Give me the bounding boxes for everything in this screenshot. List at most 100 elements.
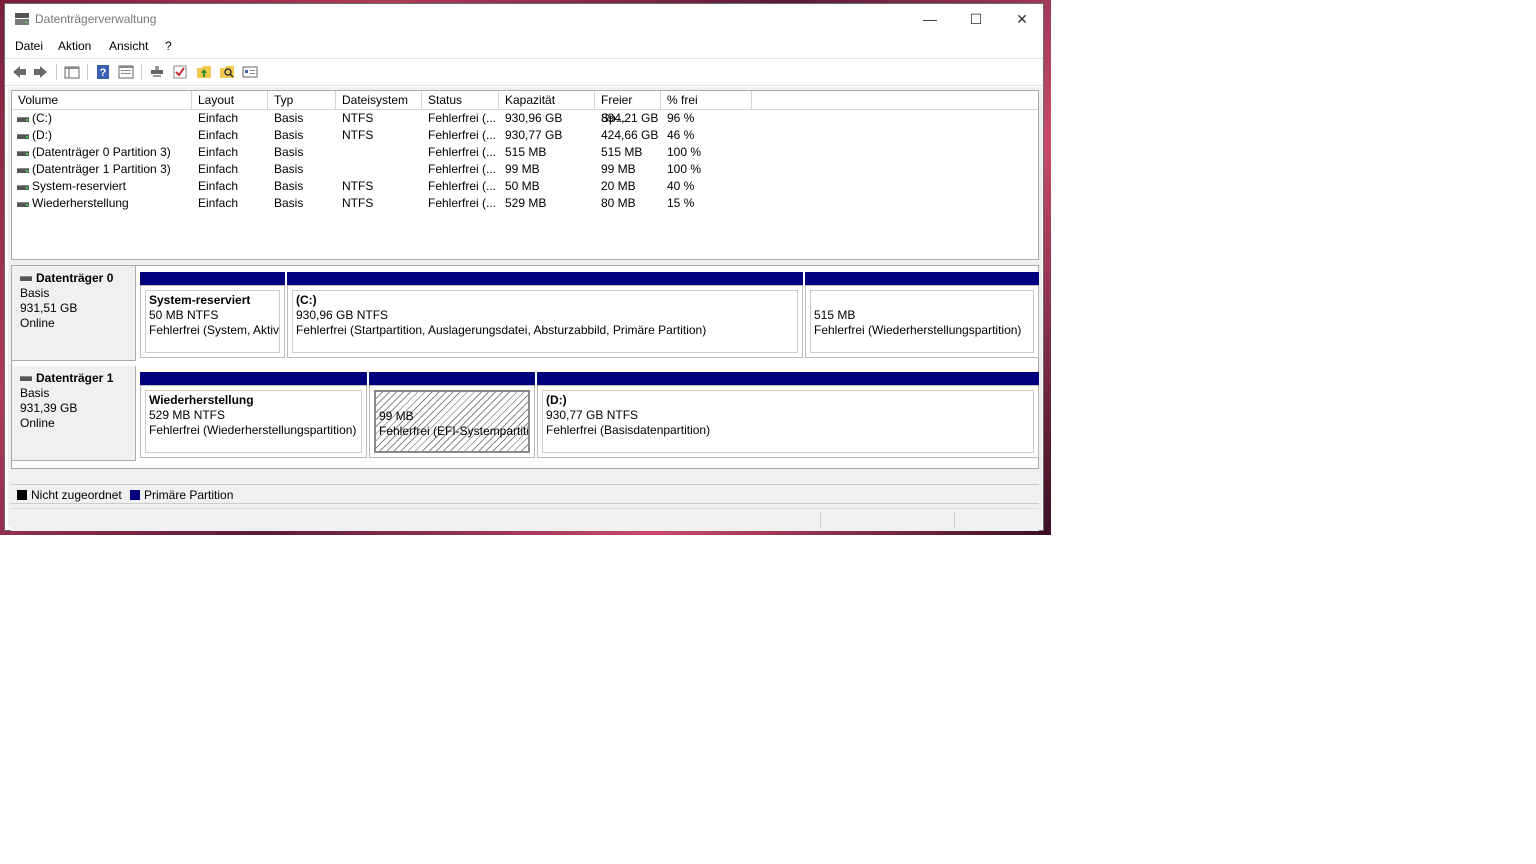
cell-cap: 930,96 GB xyxy=(505,111,563,125)
partition-size: 515 MB xyxy=(814,308,856,322)
toolbar-separator xyxy=(56,64,57,80)
maximize-button[interactable]: ☐ xyxy=(953,4,999,34)
table-row[interactable]: (C:) Einfach Basis NTFS Fehlerfrei (... 930,9… xyxy=(12,110,1038,127)
partition-d[interactable]: (D:) 930,77 GB NTFS Fehlerfrei (Basisdat… xyxy=(537,372,1039,458)
cell-layout: Einfach xyxy=(198,179,239,193)
partition-title: (D:) xyxy=(546,393,567,407)
legend-item-unallocated: Nicht zugeordnet xyxy=(17,488,122,502)
minimize-button[interactable]: — xyxy=(907,4,953,34)
legend-label: Nicht zugeordnet xyxy=(31,488,122,502)
cell-typ: Basis xyxy=(274,162,304,176)
partition-recovery-0[interactable]: 515 MB Fehlerfrei (Wiederherstellungspar… xyxy=(805,272,1039,358)
menu-datei[interactable]: Datei xyxy=(15,39,43,53)
show-hide-tree-icon[interactable] xyxy=(64,64,80,80)
disk-type: Basis xyxy=(20,386,50,400)
cell-volume: (Datenträger 0 Partition 3) xyxy=(32,145,171,159)
forward-icon[interactable] xyxy=(33,64,49,80)
legend-label: Primäre Partition xyxy=(144,488,234,502)
table-row[interactable]: (D:) Einfach Basis NTFS Fehlerfrei (... 930,7… xyxy=(12,127,1038,144)
partition-status: Fehlerfrei (System, Aktiv, xyxy=(149,323,280,337)
status-bar xyxy=(11,508,1039,531)
cell-pct: 100 % xyxy=(667,162,702,176)
table-row[interactable]: (Datenträger 1 Partition 3) Einfach Basis F… xyxy=(12,161,1038,178)
cell-free: 894,21 GB xyxy=(601,111,659,125)
menu-bar: Datei Aktion Ansicht ? xyxy=(5,35,1043,57)
status-bar-separator xyxy=(954,512,955,528)
cell-cap: 99 MB xyxy=(505,162,540,176)
properties-icon[interactable] xyxy=(118,64,134,80)
disk-icon xyxy=(20,276,32,282)
up-folder-icon[interactable] xyxy=(196,64,212,80)
column-typ[interactable]: Typ xyxy=(268,91,336,109)
cell-free: 99 MB xyxy=(601,162,636,176)
cell-layout: Einfach xyxy=(198,111,239,125)
cell-typ: Basis xyxy=(274,179,304,193)
check-icon[interactable] xyxy=(172,64,188,80)
close-icon: ✕ xyxy=(1016,10,1028,27)
toolbar-separator xyxy=(87,64,88,80)
partition-status: Fehlerfrei (Basisdatenpartition) xyxy=(546,423,711,437)
help-icon[interactable]: ? xyxy=(95,64,111,80)
volume-list[interactable]: Volume Layout Typ Dateisystem Status Kap… xyxy=(11,90,1039,260)
column-dateisystem[interactable]: Dateisystem xyxy=(336,91,422,109)
legend-swatch xyxy=(17,490,27,500)
menu-ansicht[interactable]: Ansicht xyxy=(109,39,148,53)
partition-c[interactable]: (C:) 930,96 GB NTFS Fehlerfrei (Startpar… xyxy=(287,272,803,358)
cell-fs: NTFS xyxy=(342,111,374,125)
column-prozent-frei[interactable]: % frei xyxy=(661,91,752,109)
partition-status: Fehlerfrei (EFI-Systempartition) xyxy=(379,424,530,438)
close-button[interactable]: ✕ xyxy=(999,4,1045,34)
cell-free: 20 MB xyxy=(601,179,636,193)
cell-layout: Einfach xyxy=(198,162,239,176)
partition-wiederherstellung[interactable]: Wiederherstellung 529 MB NTFS Fehlerfrei… xyxy=(140,372,367,458)
partition-size: 930,77 GB NTFS xyxy=(546,408,639,422)
table-row[interactable]: (Datenträger 0 Partition 3) Einfach Basis F… xyxy=(12,144,1038,161)
cell-status: Fehlerfrei (... xyxy=(428,162,497,176)
maximize-icon: ☐ xyxy=(969,10,983,27)
partition-title: Wiederherstellung xyxy=(149,393,254,407)
cell-status: Fehlerfrei (... xyxy=(428,111,497,125)
cell-free: 424,66 GB xyxy=(601,128,659,142)
menu-aktion[interactable]: Aktion xyxy=(58,39,91,53)
partition-header-bar xyxy=(140,372,367,385)
column-freier-speicher[interactable]: Freier Sp... xyxy=(595,91,661,125)
legend: Nicht zugeordnet Primäre Partition xyxy=(11,484,1039,504)
cell-fs: NTFS xyxy=(342,196,374,210)
cell-free: 515 MB xyxy=(601,145,643,159)
search-icon[interactable] xyxy=(219,64,235,80)
column-layout[interactable]: Layout xyxy=(192,91,268,109)
partition-header-bar xyxy=(140,272,285,285)
column-kapazitaet[interactable]: Kapazität xyxy=(499,91,595,109)
partition-system-reserved[interactable]: System-reserviert 50 MB NTFS Fehlerfrei … xyxy=(140,272,285,358)
cell-volume: System-reserviert xyxy=(32,179,127,193)
console-icon[interactable] xyxy=(242,64,258,80)
connect-disk-icon[interactable] xyxy=(149,64,165,80)
disk-type: Basis xyxy=(20,286,50,300)
column-volume[interactable]: Volume xyxy=(12,91,192,109)
partition-efi[interactable]: 99 MB Fehlerfrei (EFI-Systempartition) xyxy=(369,372,535,458)
volume-list-header: Volume Layout Typ Dateisystem Status Kap… xyxy=(12,91,1038,125)
disk-label[interactable]: Datenträger 0 Basis 931,51 GB Online xyxy=(12,266,136,361)
disk-state: Online xyxy=(20,416,55,430)
column-status[interactable]: Status xyxy=(422,91,499,109)
window-title: Datenträgerverwaltung xyxy=(35,12,157,26)
cell-pct: 46 % xyxy=(667,128,695,142)
disk-size: 931,39 GB xyxy=(20,401,78,415)
partition-size: 99 MB xyxy=(379,409,414,423)
cell-volume: (C:) xyxy=(32,111,52,125)
disk-label[interactable]: Datenträger 1 Basis 931,39 GB Online xyxy=(12,366,136,461)
cell-typ: Basis xyxy=(274,111,304,125)
table-row[interactable]: System-reserviert Einfach Basis NTFS Fehlerf… xyxy=(12,178,1038,195)
disk-row: Datenträger 1 Basis 931,39 GB Online Wie… xyxy=(12,366,1039,461)
table-row[interactable]: Wiederherstellung Einfach Basis NTFS Fehlerf… xyxy=(12,195,1038,212)
partition-title: System-reserviert xyxy=(149,293,251,307)
partition-header-bar xyxy=(537,372,1039,385)
menu-help[interactable]: ? xyxy=(165,39,172,53)
back-icon[interactable] xyxy=(11,64,27,80)
cell-status: Fehlerfrei (... xyxy=(428,179,497,193)
cell-fs xyxy=(336,161,422,178)
cell-pct: 40 % xyxy=(667,179,695,193)
disk-management-app-icon xyxy=(15,13,29,25)
partition-size: 50 MB NTFS xyxy=(149,308,219,322)
disk-name: Datenträger 1 xyxy=(36,371,114,385)
